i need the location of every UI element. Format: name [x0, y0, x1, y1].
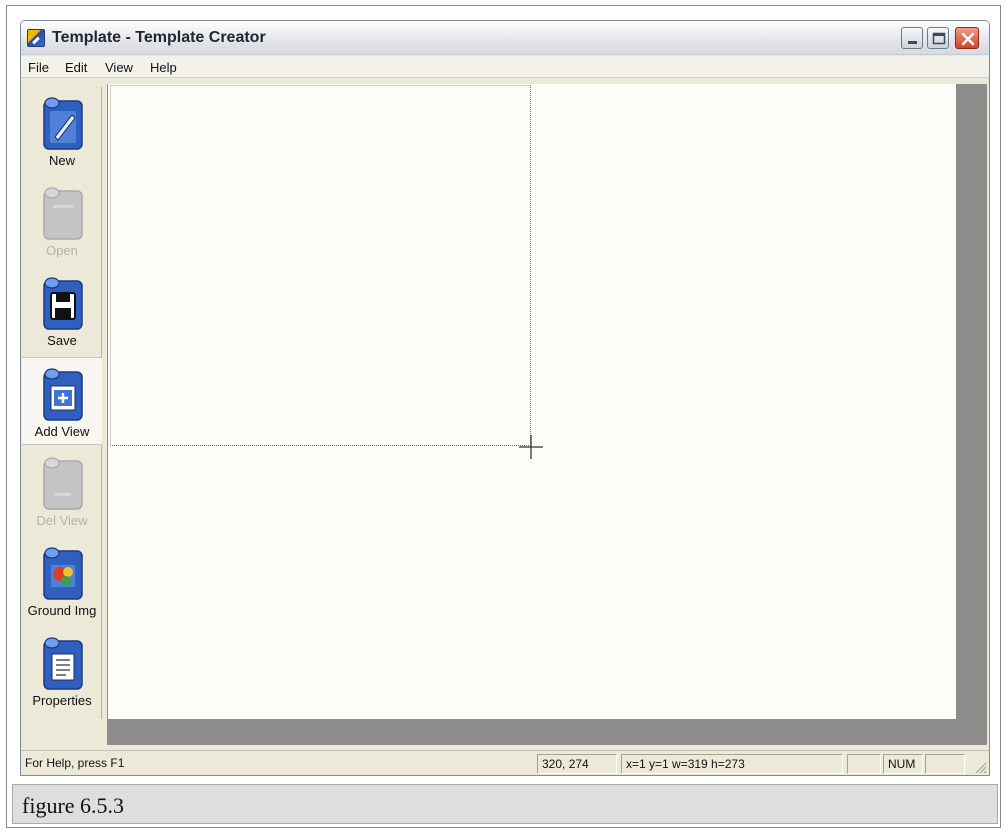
- maximize-icon: [932, 32, 946, 45]
- properties-label: Properties: [32, 693, 92, 708]
- tool-panel: New Open Save Add View Del View Ground I…: [22, 87, 102, 719]
- status-pane-empty-1: [847, 754, 881, 774]
- save-label: Save: [47, 333, 77, 348]
- crosshair-cursor-icon: [519, 435, 543, 459]
- window-title: Template - Template Creator: [52, 29, 266, 46]
- properties-icon: [43, 637, 83, 690]
- del-view-label: Del View: [36, 513, 88, 528]
- add-view-icon: [43, 368, 83, 421]
- minimize-button[interactable]: [901, 27, 923, 49]
- menu-bar: File Edit View Help: [21, 56, 989, 78]
- open-label: Open: [46, 243, 78, 258]
- open-button[interactable]: Open: [22, 177, 102, 265]
- close-button[interactable]: [955, 27, 979, 49]
- app-window: Template - Template Creator File Edit Vi…: [20, 20, 990, 776]
- view-selection-rect[interactable]: [110, 85, 531, 446]
- figure-caption: figure 6.5.3: [22, 793, 125, 818]
- save-button[interactable]: Save: [22, 267, 102, 355]
- menu-help[interactable]: Help: [150, 60, 177, 75]
- close-icon: [961, 32, 975, 46]
- menu-edit[interactable]: Edit: [65, 60, 87, 75]
- ground-img-label: Ground Img: [27, 603, 97, 618]
- maximize-button[interactable]: [927, 27, 949, 49]
- open-icon: [43, 187, 83, 240]
- status-pane-empty-2: [925, 754, 965, 774]
- status-num-indicator: NUM: [883, 754, 923, 774]
- status-help-text: For Help, press F1: [25, 756, 125, 770]
- minimize-icon: [908, 41, 917, 44]
- new-pencil-icon: [43, 97, 83, 150]
- ground-img-button[interactable]: Ground Img: [22, 537, 102, 625]
- del-view-button[interactable]: Del View: [22, 447, 102, 535]
- new-button[interactable]: New: [22, 87, 102, 175]
- new-label: New: [48, 153, 75, 168]
- save-floppy-icon: [43, 277, 83, 330]
- workspace: [107, 84, 987, 745]
- resize-grip-icon[interactable]: [973, 760, 987, 774]
- status-bar: For Help, press F1 320, 274 x=1 y=1 w=31…: [21, 750, 989, 775]
- status-rect-info: x=1 y=1 w=319 h=273: [621, 754, 843, 774]
- add-view-button[interactable]: Add View: [22, 357, 102, 445]
- figure-caption-bar: figure 6.5.3: [12, 784, 998, 824]
- title-bar[interactable]: Template - Template Creator: [21, 21, 989, 55]
- properties-button[interactable]: Properties: [22, 627, 102, 715]
- ground-image-icon: [43, 547, 83, 600]
- template-canvas[interactable]: [108, 84, 956, 719]
- menu-view[interactable]: View: [105, 60, 133, 75]
- add-view-label: Add View: [34, 424, 90, 439]
- status-coordinates: 320, 274: [537, 754, 617, 774]
- app-icon: [27, 29, 45, 47]
- delete-view-icon: [43, 457, 83, 510]
- menu-file[interactable]: File: [28, 60, 49, 75]
